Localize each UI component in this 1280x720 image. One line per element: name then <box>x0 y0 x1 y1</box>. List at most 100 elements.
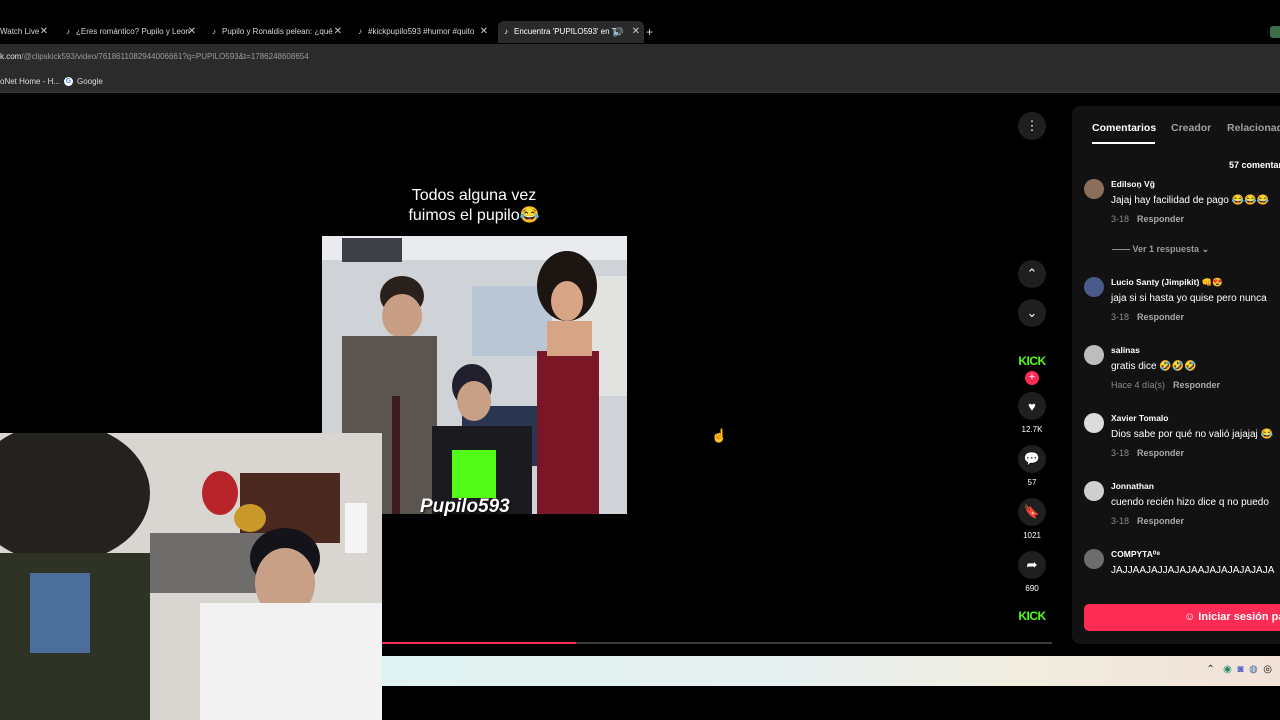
reply-button[interactable]: Responder <box>1137 448 1184 458</box>
tab-creador[interactable]: Creador <box>1171 122 1211 134</box>
comment-username[interactable]: Lucio Santy (Jimpikit) 👊😍 <box>1111 277 1223 288</box>
tab-encuentra-pupilo593[interactable]: ♪ Encuentra 'PUPILO593' en T 🔊 ✕ <box>498 21 644 43</box>
reply-button[interactable]: Responder <box>1137 516 1184 526</box>
comment-date: Hace 4 día(s) <box>1111 380 1166 390</box>
comment-date: 3-18 <box>1111 516 1130 526</box>
more-vertical-icon: ⋮ <box>1018 112 1046 140</box>
webcam-image <box>0 433 382 720</box>
tab-title: Encuentra 'PUPILO593' en T <box>514 27 617 36</box>
comment-username[interactable]: Edilsoņ Vğ <box>1111 179 1155 189</box>
tab-pupilo-ronaldis[interactable]: ♪ Pupilo y Ronaldis pelean: ¿qué ✕ <box>208 21 346 43</box>
google-icon: G <box>64 77 73 87</box>
follow-plus-icon[interactable]: + <box>1025 371 1039 385</box>
kick-logo <box>452 450 496 498</box>
tab-title: Watch Live <box>0 27 40 36</box>
chevron-down-icon: ⌄ <box>1018 299 1046 327</box>
reply-button[interactable]: Responder <box>1137 214 1184 224</box>
tab-title: ¿Eres romántico? Pupilo y Leon <box>76 27 190 36</box>
kick-music-disc[interactable]: KICK <box>1017 609 1047 623</box>
comment-text: gratis dice 🤣🤣🤣 <box>1111 361 1197 372</box>
comment-date: 3-18 <box>1111 312 1130 322</box>
next-video-button[interactable]: ⌄ <box>1017 299 1047 327</box>
share-button[interactable]: ➦ 690 <box>1017 551 1047 593</box>
url-host: k.com <box>0 52 22 61</box>
comment-text: Jajaj hay facilidad de pago 😂😂😂 <box>1111 195 1269 206</box>
comment-date: 3-18 <box>1111 214 1130 224</box>
video-watermark: Pupilo593 <box>420 496 510 517</box>
close-icon[interactable]: ✕ <box>480 21 488 43</box>
tiktok-icon: ♪ <box>66 27 70 36</box>
tiktok-icon: ♪ <box>212 27 216 36</box>
more-options-button[interactable]: ⋮ <box>1017 112 1047 140</box>
comment-username[interactable]: Xavier Tomalo <box>1111 413 1168 423</box>
comment-total: 57 comentar <box>1229 160 1280 170</box>
webcam-overlay <box>0 433 382 720</box>
comment-text: Dios sabe por qué no valió jajajaj 😂 <box>1111 429 1273 440</box>
tab-title: #kickpupilo593 #humor #quito <box>368 27 475 36</box>
comment-username[interactable]: COMPYTA⁰⁸ <box>1111 549 1160 560</box>
obs-tray-icon[interactable]: ◎ <box>1263 664 1272 675</box>
login-button[interactable]: ☺ Iniciar sesión pa <box>1084 604 1280 631</box>
comment-count: 57 <box>1027 478 1037 487</box>
avatar[interactable] <box>1084 481 1104 501</box>
view-replies-button[interactable]: —— Ver 1 respuesta ⌄ <box>1112 244 1209 255</box>
bookmarks-bar: oNet Home - H... G Google <box>0 72 1280 93</box>
avatar[interactable] <box>1084 549 1104 569</box>
video-caption: Todos alguna vez fuimos el pupilo😂 <box>380 186 568 226</box>
chevron-up-icon[interactable]: ⌃ <box>1206 664 1214 675</box>
close-icon[interactable]: ✕ <box>334 21 342 43</box>
address-bar[interactable]: k.com/@clipskick593/video/76186110829440… <box>0 44 1280 72</box>
close-icon[interactable]: ✕ <box>40 21 48 43</box>
reply-button[interactable]: Responder <box>1173 380 1220 390</box>
steam-tray-icon[interactable]: ◍ <box>1249 664 1258 675</box>
close-icon[interactable]: ✕ <box>632 21 640 43</box>
chevron-up-icon: ⌃ <box>1018 260 1046 288</box>
comment-username[interactable]: Jonnathan <box>1111 481 1154 491</box>
speaker-icon[interactable]: 🔊 <box>613 21 624 43</box>
taskbar: ⌃ ◉ ◙ ◍ ◎ <box>382 656 1280 686</box>
bookmark-google[interactable]: G Google <box>64 77 103 87</box>
caption-line: Todos alguna vez <box>411 187 537 204</box>
share-icon: ➦ <box>1018 551 1046 579</box>
like-button[interactable]: ♥ 12.7K <box>1017 392 1047 434</box>
view-replies-label: Ver 1 respuesta <box>1132 244 1200 254</box>
avatar[interactable] <box>1084 277 1104 297</box>
comment-username[interactable]: salinas <box>1111 345 1140 355</box>
url-text[interactable]: k.com/@clipskick593/video/76186110829440… <box>0 52 309 61</box>
comment-text: JAJJAAJAJJAJAJAAJAJAJAJAJAJA <box>1111 565 1275 576</box>
heart-icon: ♥ <box>1018 392 1046 420</box>
comment-date: 3-18 <box>1111 448 1130 458</box>
tab-kickpupilo593[interactable]: ♪ #kickpupilo593 #humor #quito ✕ <box>354 21 492 43</box>
caption-line: fuimos el pupilo😂 <box>408 207 540 224</box>
cursor-hand-icon: ☝ <box>711 428 728 443</box>
previous-video-button[interactable]: ⌃ <box>1017 260 1047 288</box>
chevron-down-icon: ⌄ <box>1201 244 1210 254</box>
app-tray-icon[interactable]: ◉ <box>1223 664 1232 675</box>
avatar[interactable] <box>1084 345 1104 365</box>
url-path: /@clipskick593/video/7618611082944006661… <box>21 52 309 61</box>
tab-comentarios[interactable]: Comentarios <box>1092 122 1156 134</box>
discord-tray-icon[interactable]: ◙ <box>1237 664 1243 675</box>
reply-button[interactable]: Responder <box>1137 312 1184 322</box>
close-icon[interactable]: ✕ <box>188 21 196 43</box>
profile-icon[interactable] <box>1270 26 1280 38</box>
comment-button[interactable]: 💬 57 <box>1017 445 1047 487</box>
tab-relacionados[interactable]: Relacionad <box>1227 122 1280 134</box>
tab-watch-live[interactable]: Watch Live ✕ <box>0 21 52 43</box>
like-count: 12.7K <box>1021 425 1043 434</box>
comment-text: jaja si si hasta yo quise pero nunca <box>1111 293 1267 304</box>
tab-bar: Watch Live ✕ ♪ ¿Eres romántico? Pupilo y … <box>0 0 1280 44</box>
bookmark-onet-home[interactable]: oNet Home - H... <box>0 77 60 86</box>
save-button[interactable]: 🔖 1021 <box>1017 498 1047 540</box>
tab-title: Pupilo y Ronaldis pelean: ¿qué <box>222 27 333 36</box>
avatar[interactable] <box>1084 179 1104 199</box>
system-tray: ⌃ ◉ ◙ ◍ ◎ <box>1206 664 1272 675</box>
comments-panel: Comentarios Creador Relacionad 57 coment… <box>1072 106 1280 644</box>
new-tab-button[interactable]: + <box>646 21 660 43</box>
tab-eres-romantico[interactable]: ♪ ¿Eres romántico? Pupilo y Leon ✕ <box>62 21 200 43</box>
avatar[interactable] <box>1084 413 1104 433</box>
bookmark-label: Google <box>77 77 103 86</box>
video-progress-bar[interactable] <box>382 642 1052 644</box>
video-progress-fill <box>382 642 577 644</box>
creator-avatar-kick[interactable]: KICK <box>1017 354 1047 368</box>
